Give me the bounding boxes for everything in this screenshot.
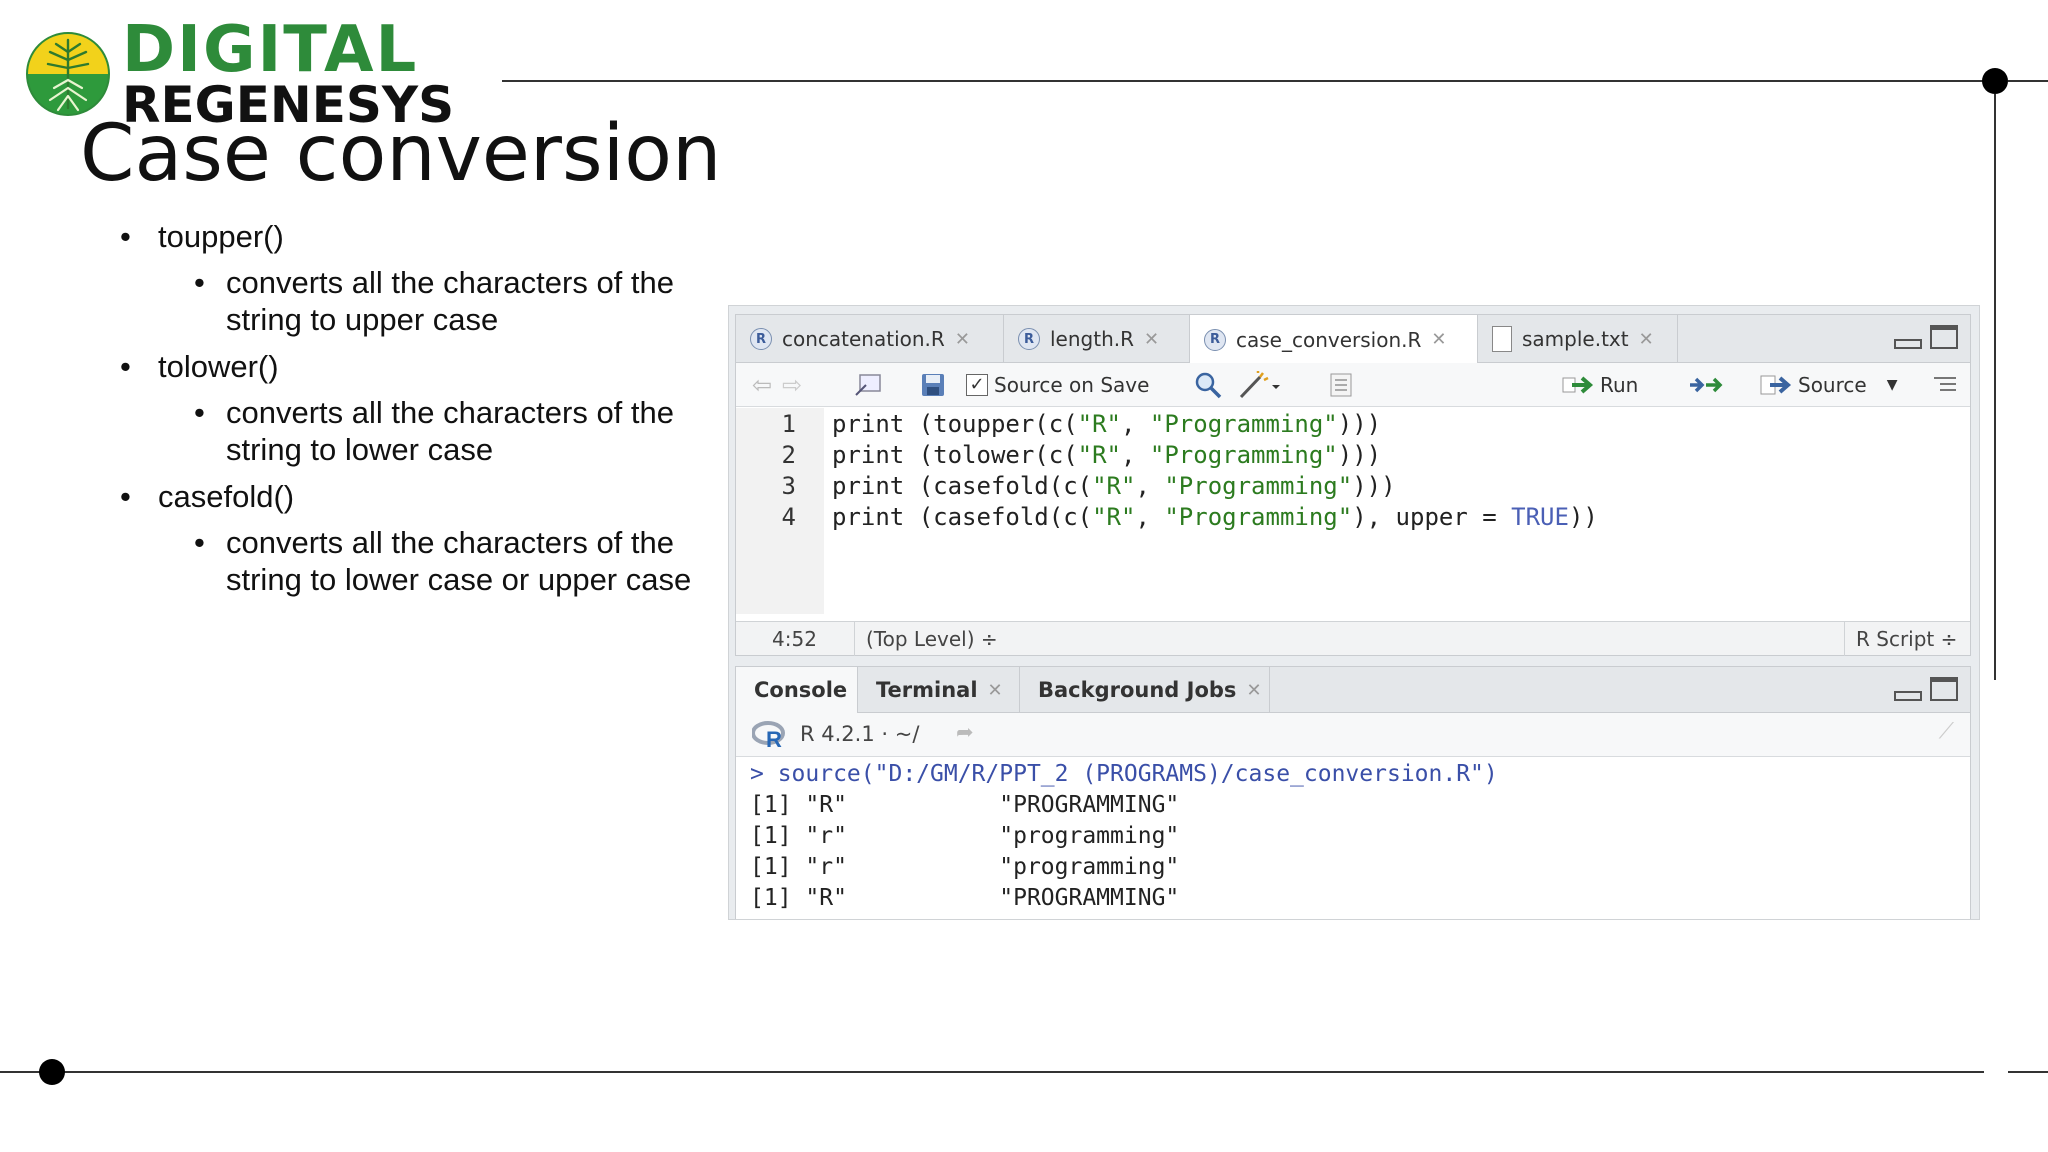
- run-label: Run: [1600, 373, 1639, 397]
- bullet-list: toupper() converts all the characters of…: [120, 218, 720, 608]
- console-output-line: [1] "r" "programming": [750, 823, 1180, 849]
- r-logo-icon: R: [752, 721, 785, 749]
- save-icon[interactable]: [920, 371, 946, 399]
- top-right-dot: [1982, 68, 2008, 94]
- line-number: 4: [781, 503, 796, 531]
- bottom-divider-line: [0, 1071, 1984, 1073]
- tab-label: Background Jobs: [1038, 678, 1237, 702]
- source-on-save-label: Source on Save: [994, 373, 1150, 397]
- checkbox-checked-icon: ✓: [966, 374, 988, 396]
- source-toolbar: ⇦ ⇨ ✓ Source on Save Run Source ▼: [736, 363, 1970, 407]
- close-icon[interactable]: ✕: [1431, 329, 1446, 350]
- forward-arrow-icon[interactable]: ⇨: [782, 371, 802, 399]
- code-line: print (toupper(c("R", "Programming"))): [832, 410, 1382, 438]
- scope-selector[interactable]: (Top Level) ÷: [866, 627, 998, 651]
- minimize-icon[interactable]: [1894, 691, 1922, 701]
- console-tab-bar: Console Terminal ✕ Background Jobs ✕: [736, 667, 1970, 713]
- editor-status-bar: 4:52 (Top Level) ÷ R Script ÷: [736, 621, 1970, 656]
- divider: [1844, 622, 1845, 656]
- tab-label: Terminal: [876, 678, 978, 702]
- r-file-icon: R: [1204, 328, 1226, 351]
- run-arrow-icon: [1562, 376, 1594, 394]
- bottom-divider-line-tail: [2008, 1071, 2048, 1073]
- r-file-icon: R: [750, 328, 772, 350]
- bullet-tolower-detail: converts all the characters of the strin…: [194, 394, 694, 468]
- source-arrow-icon: [1760, 375, 1792, 395]
- pane-window-controls: [1894, 325, 1958, 349]
- source-button[interactable]: Source ▼: [1760, 371, 1897, 399]
- close-icon[interactable]: ✕: [1639, 329, 1654, 350]
- close-icon[interactable]: ✕: [1246, 680, 1261, 701]
- close-icon[interactable]: ✕: [955, 329, 970, 350]
- slide-title: Case conversion: [80, 109, 722, 199]
- tab-terminal[interactable]: Terminal ✕: [858, 667, 1020, 713]
- source-label: Source: [1798, 373, 1867, 397]
- bullet-toupper-detail: converts all the characters of the strin…: [194, 264, 694, 338]
- bullet-toupper: toupper(): [120, 218, 720, 256]
- show-in-window-icon[interactable]: [854, 371, 882, 399]
- maximize-icon[interactable]: [1930, 677, 1958, 701]
- line-number: 2: [781, 441, 796, 469]
- close-icon[interactable]: ✕: [1144, 329, 1159, 350]
- r-file-icon: R: [1018, 328, 1040, 350]
- filetype-selector[interactable]: R Script ÷: [1856, 627, 1957, 651]
- line-number: 1: [781, 410, 796, 438]
- code-line: print (casefold(c("R", "Programming"), u…: [832, 503, 1598, 531]
- text-file-icon: [1492, 326, 1512, 352]
- pane-window-controls: [1894, 677, 1958, 701]
- run-button[interactable]: Run: [1562, 371, 1638, 399]
- tab-label: sample.txt: [1522, 327, 1629, 351]
- logo-text-digital: DIGITAL: [122, 13, 419, 87]
- console-output-line: [1] "R" "PROGRAMMING": [750, 885, 1180, 911]
- console-output-line: [1] "r" "programming": [750, 854, 1180, 880]
- console-command: > source("D:/GM/R/PPT_2 (PROGRAMS)/case_…: [750, 761, 1498, 787]
- tab-label: length.R: [1050, 327, 1135, 351]
- go-to-directory-icon[interactable]: ➦: [956, 720, 974, 744]
- search-icon[interactable]: [1194, 371, 1222, 399]
- tab-console[interactable]: Console: [736, 667, 858, 713]
- top-divider-line: [502, 80, 1990, 82]
- bullet-tolower: tolower(): [120, 348, 720, 386]
- code-tools-wand-icon[interactable]: [1238, 371, 1282, 399]
- rerun-icon[interactable]: [1686, 371, 1726, 399]
- close-icon[interactable]: ✕: [988, 680, 1003, 701]
- top-divider-line-tail: [2008, 80, 2048, 82]
- minimize-icon[interactable]: [1894, 339, 1922, 349]
- source-pane: R concatenation.R ✕ R length.R ✕ R case_…: [735, 314, 1971, 656]
- tab-sample-txt[interactable]: sample.txt ✕: [1478, 315, 1678, 363]
- console-output-line: [1] "R" "PROGRAMMING": [750, 792, 1180, 818]
- console-pane: Console Terminal ✕ Background Jobs ✕ R R…: [735, 666, 1971, 919]
- source-tab-bar: R concatenation.R ✕ R length.R ✕ R case_…: [736, 315, 1970, 364]
- tab-label: case_conversion.R: [1236, 327, 1422, 352]
- code-line: print (casefold(c("R", "Programming"))): [832, 472, 1396, 500]
- source-on-save-checkbox[interactable]: ✓ Source on Save: [966, 371, 1149, 399]
- bottom-left-dot: [39, 1059, 65, 1085]
- tab-case-conversion[interactable]: R case_conversion.R ✕: [1190, 315, 1478, 364]
- tab-background-jobs[interactable]: Background Jobs ✕: [1020, 667, 1270, 713]
- bullet-casefold-detail: converts all the characters of the strin…: [194, 524, 694, 598]
- chevron-down-icon[interactable]: ▼: [1887, 377, 1898, 393]
- bullet-casefold: casefold(): [120, 478, 720, 516]
- tab-label: concatenation.R: [782, 327, 945, 351]
- back-arrow-icon[interactable]: ⇦: [752, 371, 772, 399]
- maximize-icon[interactable]: [1930, 325, 1958, 349]
- code-line: print (tolower(c("R", "Programming"))): [832, 441, 1382, 469]
- rstudio-screenshot: R concatenation.R ✕ R length.R ✕ R case_…: [728, 305, 1980, 920]
- line-number: 3: [781, 472, 796, 500]
- svg-text:R: R: [766, 727, 782, 749]
- r-version-path: R 4.2.1 · ~/: [800, 722, 920, 746]
- divider: [854, 622, 855, 656]
- tab-label: Console: [754, 678, 848, 702]
- tab-concatenation[interactable]: R concatenation.R ✕: [736, 315, 1004, 363]
- compile-report-icon[interactable]: [1328, 371, 1354, 399]
- clear-console-broom-icon[interactable]: ⟋: [1939, 719, 1954, 744]
- right-vertical-line: [1994, 94, 1996, 680]
- console-info-bar: R R 4.2.1 · ~/ ➦ ⟋: [736, 713, 1970, 757]
- outline-list-icon[interactable]: [1932, 371, 1958, 399]
- cursor-position: 4:52: [772, 627, 817, 651]
- code-editor[interactable]: 1 2 3 4 print (toupper(c("R", "Programmi…: [736, 408, 1970, 614]
- tab-length[interactable]: R length.R ✕: [1004, 315, 1190, 363]
- console-output[interactable]: > source("D:/GM/R/PPT_2 (PROGRAMS)/case_…: [750, 759, 1498, 914]
